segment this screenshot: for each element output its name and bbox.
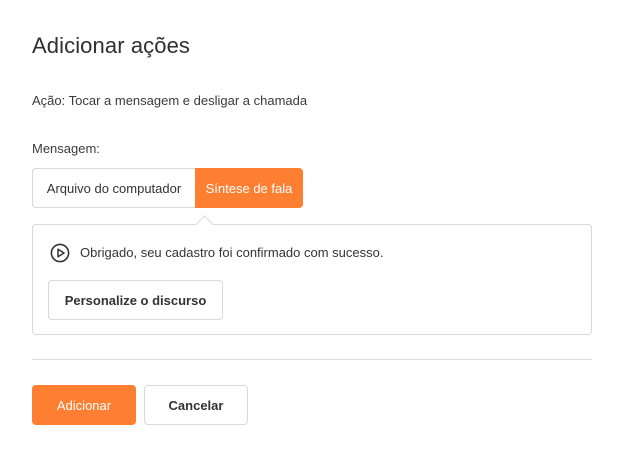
panel-pointer <box>195 215 214 234</box>
play-circle-icon[interactable] <box>50 243 70 263</box>
speech-panel: Obrigado, seu cadastro foi confirmado co… <box>32 215 592 335</box>
message-label: Mensagem: <box>32 141 100 156</box>
option-computer-file[interactable]: Arquivo do computador <box>32 168 195 208</box>
option-speech-synthesis[interactable]: Síntese de fala <box>195 168 303 208</box>
add-action-dialog: Adicionar ações Ação: Tocar a mensagem e… <box>0 0 624 457</box>
message-source-toggle: Arquivo do computador Síntese de fala <box>32 168 303 208</box>
cancel-button[interactable]: Cancelar <box>144 385 248 425</box>
divider <box>32 359 592 360</box>
add-button[interactable]: Adicionar <box>32 385 136 425</box>
speech-text: Obrigado, seu cadastro foi confirmado co… <box>80 245 384 260</box>
dialog-title: Adicionar ações <box>32 33 191 58</box>
customize-speech-button[interactable]: Personalize o discurso <box>48 280 223 320</box>
action-description: Ação: Tocar a mensagem e desligar a cham… <box>32 93 308 108</box>
